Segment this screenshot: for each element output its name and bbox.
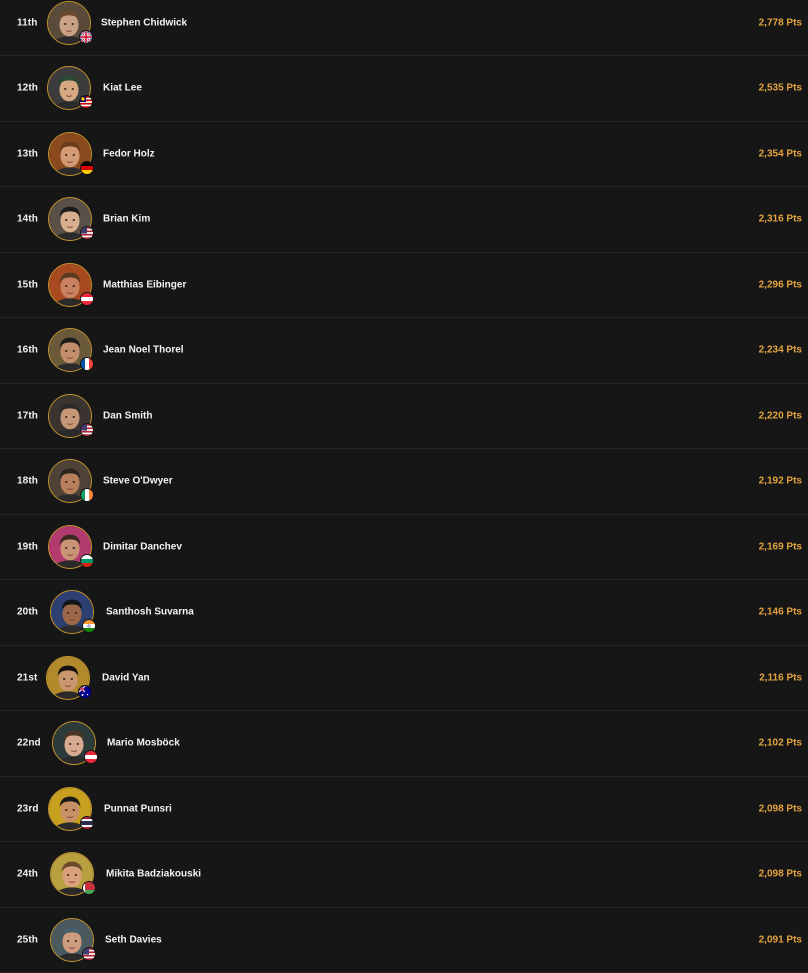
player-points: 2,102 Pts <box>759 738 802 749</box>
rank-label: 12th <box>17 83 38 94</box>
player-points: 2,091 Pts <box>759 934 802 945</box>
country-flag-fr-icon <box>80 357 94 371</box>
player-points: 2,296 Pts <box>759 279 802 290</box>
rank-label: 24th <box>17 869 38 880</box>
country-flag-ie-icon <box>80 488 94 502</box>
rank-label: 11th <box>17 17 37 28</box>
rank-label: 23rd <box>17 803 39 814</box>
leaderboard-row[interactable]: 18th Steve O'Dwyer 2,192 Pts <box>0 449 808 515</box>
player-name[interactable]: Matthias Eibinger <box>103 279 186 290</box>
rank-label: 20th <box>17 607 38 618</box>
player-name[interactable]: Mikita Badziakouski <box>106 869 201 880</box>
player-name[interactable]: Punnat Punsri <box>104 803 172 814</box>
country-flag-bg-icon <box>80 554 94 568</box>
player-points: 2,098 Pts <box>759 869 802 880</box>
player-name[interactable]: Fedor Holz <box>103 148 155 159</box>
player-name[interactable]: Seth Davies <box>105 934 162 945</box>
country-flag-my-icon <box>79 95 93 109</box>
player-points: 2,316 Pts <box>759 214 802 225</box>
player-name[interactable]: Jean Noel Thorel <box>103 345 184 356</box>
player-points: 2,146 Pts <box>759 607 802 618</box>
rank-label: 19th <box>17 541 38 552</box>
leaderboard-row[interactable]: 17th Dan Smith 2,220 Pts <box>0 384 808 450</box>
leaderboard-row[interactable]: 21st David Yan 2,116 Pts <box>0 646 808 712</box>
country-flag-us-icon <box>80 226 94 240</box>
leaderboard-row[interactable]: 11th Stephen Chidwick 2,778 Pts <box>0 0 808 56</box>
player-points: 2,116 Pts <box>759 672 802 683</box>
rank-label: 21st <box>17 672 37 683</box>
player-points: 2,192 Pts <box>759 476 802 487</box>
rank-label: 14th <box>17 214 38 225</box>
player-points: 2,234 Pts <box>759 345 802 356</box>
player-points: 2,354 Pts <box>759 148 802 159</box>
leaderboard-row[interactable]: 14th Brian Kim 2,316 Pts <box>0 187 808 253</box>
player-name[interactable]: Santhosh Suvarna <box>106 607 194 618</box>
player-name[interactable]: David Yan <box>102 672 150 683</box>
player-points: 2,220 Pts <box>759 410 802 421</box>
country-flag-au-icon <box>78 685 92 699</box>
player-name[interactable]: Dan Smith <box>103 410 152 421</box>
leaderboard-row[interactable]: 15th Matthias Eibinger 2,296 Pts <box>0 253 808 319</box>
leaderboard-row[interactable]: 12th Kiat Lee 2,535 Pts <box>0 56 808 122</box>
country-flag-at-icon <box>84 750 98 764</box>
rank-label: 17th <box>17 410 38 421</box>
leaderboard-row[interactable]: 24th Mikita Badziakouski 2,098 Pts <box>0 842 808 908</box>
leaderboard: 11th Stephen Chidwick 2,778 Pts 12th Kiat … <box>0 0 808 967</box>
country-flag-in-icon <box>82 619 96 633</box>
rank-label: 25th <box>17 934 38 945</box>
rank-label: 15th <box>17 279 38 290</box>
country-flag-gb-icon <box>79 30 93 44</box>
country-flag-th-icon <box>80 816 94 830</box>
country-flag-us-icon <box>82 947 96 961</box>
leaderboard-row[interactable]: 19th Dimitar Danchev 2,169 Pts <box>0 515 808 581</box>
leaderboard-row[interactable]: 20th Santhosh Suvarna 2,146 Pts <box>0 580 808 646</box>
leaderboard-row[interactable]: 22nd Mario Mosböck 2,102 Pts <box>0 711 808 777</box>
player-name[interactable]: Mario Mosböck <box>107 738 180 749</box>
player-name[interactable]: Steve O'Dwyer <box>103 476 173 487</box>
rank-label: 18th <box>17 476 38 487</box>
player-name[interactable]: Dimitar Danchev <box>103 541 182 552</box>
country-flag-de-icon <box>80 161 94 175</box>
player-points: 2,535 Pts <box>759 83 802 94</box>
rank-label: 13th <box>17 148 38 159</box>
player-name[interactable]: Kiat Lee <box>103 83 142 94</box>
player-points: 2,098 Pts <box>759 803 802 814</box>
leaderboard-row[interactable]: 23rd Punnat Punsri 2,098 Pts <box>0 777 808 843</box>
player-points: 2,169 Pts <box>759 541 802 552</box>
player-name[interactable]: Stephen Chidwick <box>101 17 187 28</box>
rank-label: 16th <box>17 345 38 356</box>
country-flag-at-icon <box>80 292 94 306</box>
player-name[interactable]: Brian Kim <box>103 214 150 225</box>
leaderboard-row[interactable]: 13th Fedor Holz 2,354 Pts <box>0 122 808 188</box>
rank-label: 22nd <box>17 738 41 749</box>
leaderboard-row[interactable]: 25th Seth Davies 2,091 Pts <box>0 908 808 973</box>
country-flag-by-icon <box>82 881 96 895</box>
player-points: 2,778 Pts <box>759 17 802 28</box>
leaderboard-row[interactable]: 16th Jean Noel Thorel 2,234 Pts <box>0 318 808 384</box>
country-flag-us-icon <box>80 423 94 437</box>
